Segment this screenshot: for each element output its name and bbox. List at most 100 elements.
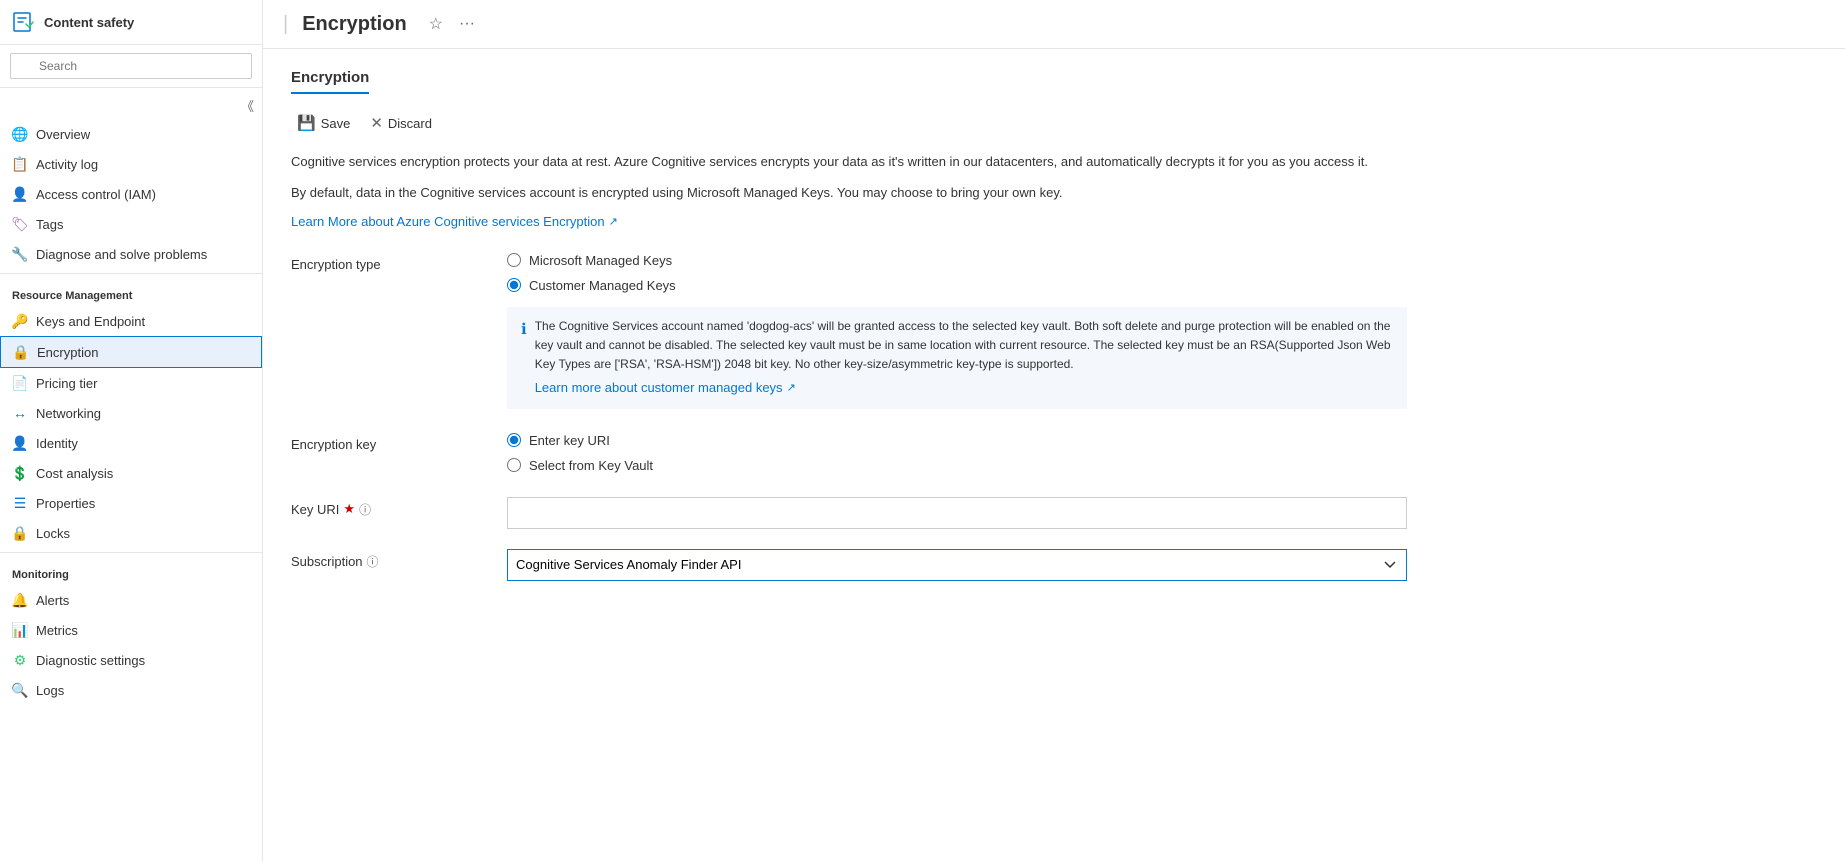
nav-item-locks[interactable]: 🔒 Locks xyxy=(0,518,262,548)
header-actions: ☆ ··· xyxy=(425,12,479,36)
monitoring-label: Monitoring xyxy=(0,557,262,585)
nav-item-access-control[interactable]: 👤 Access control (IAM) xyxy=(0,179,262,209)
nav-item-cost-analysis[interactable]: 💲 Cost analysis xyxy=(0,458,262,488)
sidebar-nav: 《 🌐 Overview 📋 Activity log 👤 Access con… xyxy=(0,88,262,862)
key-uri-control xyxy=(507,497,1817,529)
learn-more-label-2: Learn more about customer managed keys xyxy=(535,378,783,399)
keys-endpoint-icon: 🔑 xyxy=(12,313,28,329)
nav-label-activity-log: Activity log xyxy=(36,157,98,172)
nav-label-properties: Properties xyxy=(36,496,95,511)
encryption-key-label: Encryption key xyxy=(291,433,491,452)
nav-label-logs: Logs xyxy=(36,683,64,698)
access-control-icon: 👤 xyxy=(12,186,28,202)
enter-key-uri-option[interactable]: Enter key URI xyxy=(507,433,1817,448)
key-uri-label: Key URI ★ ⓘ xyxy=(291,497,491,518)
subscription-label: Subscription ⓘ xyxy=(291,549,491,570)
nav-item-pricing-tier[interactable]: 📄 Pricing tier xyxy=(0,368,262,398)
activity-log-icon: 📋 xyxy=(12,156,28,172)
key-uri-info-icon[interactable]: ⓘ xyxy=(359,501,371,518)
divider-1 xyxy=(0,273,262,274)
nav-item-networking[interactable]: ↔ Networking xyxy=(0,398,262,428)
select-from-vault-radio[interactable] xyxy=(507,458,521,472)
header-separator: | xyxy=(283,13,288,36)
section-title: Encryption xyxy=(291,69,369,94)
required-indicator: ★ xyxy=(343,501,355,517)
discard-button[interactable]: ✕ Discard xyxy=(364,110,438,136)
discard-icon: ✕ xyxy=(370,114,383,132)
nav-item-alerts[interactable]: 🔔 Alerts xyxy=(0,585,262,615)
content-safety-icon xyxy=(12,10,36,34)
nav-label-diagnostic-settings: Diagnostic settings xyxy=(36,653,145,668)
subscription-row: Subscription ⓘ Cognitive Services Anomal… xyxy=(291,549,1817,581)
encryption-key-controls: Enter key URI Select from Key Vault xyxy=(507,433,1817,477)
external-link-icon-2: ↗ xyxy=(787,380,796,398)
sidebar-search-container: 🔍 xyxy=(0,45,262,88)
content-area: Encryption 💾 Save ✕ Discard Cognitive se… xyxy=(263,49,1845,862)
learn-more-link-2[interactable]: Learn more about customer managed keys ↗ xyxy=(535,378,796,399)
encryption-key-row: Encryption key Enter key URI Select from… xyxy=(291,433,1817,477)
nav-label-alerts: Alerts xyxy=(36,593,69,608)
enter-key-uri-label: Enter key URI xyxy=(529,433,610,448)
info-box: ℹ The Cognitive Services account named '… xyxy=(507,307,1407,409)
description-2: By default, data in the Cognitive servic… xyxy=(291,183,1391,204)
save-button[interactable]: 💾 Save xyxy=(291,110,356,136)
nav-item-keys-endpoint[interactable]: 🔑 Keys and Endpoint xyxy=(0,306,262,336)
microsoft-managed-option[interactable]: Microsoft Managed Keys xyxy=(507,253,1817,268)
microsoft-managed-label: Microsoft Managed Keys xyxy=(529,253,672,268)
nav-label-identity: Identity xyxy=(36,436,78,451)
nav-item-activity-log[interactable]: 📋 Activity log xyxy=(0,149,262,179)
cost-analysis-icon: 💲 xyxy=(12,465,28,481)
more-button[interactable]: ··· xyxy=(455,12,479,36)
favorite-button[interactable]: ☆ xyxy=(425,12,447,36)
key-uri-input[interactable] xyxy=(507,497,1407,529)
save-label: Save xyxy=(321,116,351,131)
microsoft-managed-radio[interactable] xyxy=(507,253,521,267)
encryption-type-label: Encryption type xyxy=(291,253,491,272)
external-link-icon-1: ↗ xyxy=(609,215,618,228)
nav-label-metrics: Metrics xyxy=(36,623,78,638)
nav-label-encryption: Encryption xyxy=(37,345,98,360)
save-icon: 💾 xyxy=(297,114,316,132)
nav-item-properties[interactable]: ☰ Properties xyxy=(0,488,262,518)
main-content: | Encryption ☆ ··· Encryption 💾 Save ✕ D… xyxy=(263,0,1845,862)
nav-item-diagnose[interactable]: 🔧 Diagnose and solve problems xyxy=(0,239,262,269)
customer-managed-radio[interactable] xyxy=(507,278,521,292)
nav-label-overview: Overview xyxy=(36,127,90,142)
nav-item-tags[interactable]: 🏷 Tags xyxy=(0,209,262,239)
collapse-sidebar-button[interactable]: 《 xyxy=(241,96,254,115)
learn-more-label-1: Learn More about Azure Cognitive service… xyxy=(291,214,605,229)
search-input[interactable] xyxy=(10,53,252,79)
page-header: | Encryption ☆ ··· xyxy=(263,0,1845,49)
discard-label: Discard xyxy=(388,116,432,131)
properties-icon: ☰ xyxy=(12,495,28,511)
nav-item-overview[interactable]: 🌐 Overview xyxy=(0,119,262,149)
nav-item-identity[interactable]: 👤 Identity xyxy=(0,428,262,458)
toolbar: 💾 Save ✕ Discard xyxy=(291,110,1817,136)
form-section: Encryption type Microsoft Managed Keys C… xyxy=(291,253,1817,581)
customer-managed-option[interactable]: Customer Managed Keys xyxy=(507,278,1817,293)
metrics-icon: 📊 xyxy=(12,622,28,638)
divider-2 xyxy=(0,552,262,553)
learn-more-link-1[interactable]: Learn More about Azure Cognitive service… xyxy=(291,214,618,229)
page-title: Encryption xyxy=(302,13,406,36)
subscription-info-icon[interactable]: ⓘ xyxy=(367,553,379,570)
select-from-vault-option[interactable]: Select from Key Vault xyxy=(507,458,1817,473)
locks-icon: 🔒 xyxy=(12,525,28,541)
nav-item-metrics[interactable]: 📊 Metrics xyxy=(0,615,262,645)
identity-icon: 👤 xyxy=(12,435,28,451)
description-1: Cognitive services encryption protects y… xyxy=(291,152,1391,173)
nav-item-encryption[interactable]: 🔒 Encryption xyxy=(0,336,262,368)
overview-icon: 🌐 xyxy=(12,126,28,142)
select-from-vault-label: Select from Key Vault xyxy=(529,458,653,473)
nav-label-locks: Locks xyxy=(36,526,70,541)
subscription-select[interactable]: Cognitive Services Anomaly Finder API xyxy=(507,549,1407,581)
nav-label-cost-analysis: Cost analysis xyxy=(36,466,113,481)
info-box-text: The Cognitive Services account named 'do… xyxy=(535,319,1391,371)
logs-icon: 🔍 xyxy=(12,682,28,698)
alerts-icon: 🔔 xyxy=(12,592,28,608)
tags-icon: 🏷 xyxy=(12,216,28,232)
enter-key-uri-radio[interactable] xyxy=(507,433,521,447)
networking-icon: ↔ xyxy=(12,405,28,421)
nav-item-diagnostic-settings[interactable]: ⚙ Diagnostic settings xyxy=(0,645,262,675)
nav-item-logs[interactable]: 🔍 Logs xyxy=(0,675,262,705)
